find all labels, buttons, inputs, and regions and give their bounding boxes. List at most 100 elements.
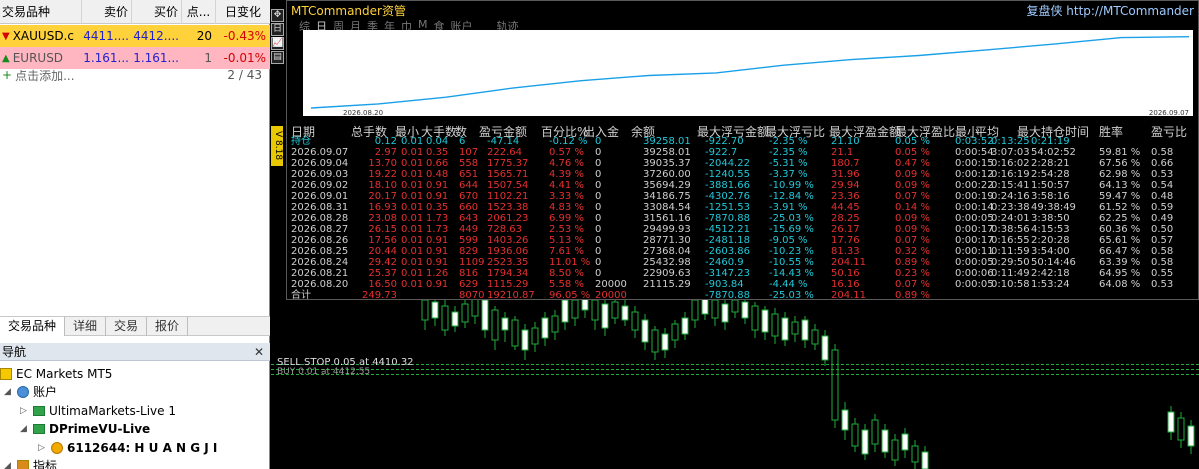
nav-item-label: 6112644: H U A N G J I bbox=[67, 441, 218, 455]
stats-row-total[interactable]: 合计 249.73 8070 19210.87 96.05 % 20000 -7870.88… bbox=[291, 290, 1196, 301]
nav-item-server-dprime[interactable]: ◢ DPrimeVU-Live bbox=[20, 420, 150, 438]
stats-row[interactable]: 2026.09.02 18.10 0.01 0.91 644 1507.54 4.41 % 0… bbox=[291, 180, 1196, 191]
nav-item-label: 指标 bbox=[33, 459, 58, 469]
candle-body bbox=[691, 299, 699, 321]
stats-cell-min: 0.01 bbox=[401, 191, 424, 202]
col-symbol[interactable]: 交易品种 bbox=[0, 0, 82, 24]
stats-row[interactable]: 2026.08.31 16.93 0.01 0.35 660 1523.38 4.83 % 0… bbox=[291, 202, 1196, 213]
stats-cell-pct: 2.53 % bbox=[549, 224, 584, 235]
stats-row[interactable]: 2026.08.25 20.44 0.01 0.91 829 1936.06 7.61 % 0… bbox=[291, 246, 1196, 257]
stats-row[interactable]: 2026.08.24 29.42 0.01 0.91 1109 2523.35 11.01 … bbox=[291, 257, 1196, 268]
market-row-xauusd[interactable]: ▼ XAUUSD.c 4411.... 4412.... 20 -0.43% bbox=[0, 25, 270, 47]
stats-cell-pr: 0.66 bbox=[1151, 158, 1174, 169]
stats-row[interactable]: 2026.08.26 17.56 0.01 0.91 599 1403.26 5.13 % 0… bbox=[291, 235, 1196, 246]
mtc-link[interactable]: 复盘侠 http://MTCommander bbox=[1026, 2, 1194, 19]
close-icon[interactable]: ✕ bbox=[254, 343, 264, 361]
stats-row[interactable]: 2026.09.03 19.22 0.01 0.48 651 1565.71 4.39 % 0… bbox=[291, 169, 1196, 180]
stats-cell-dep: 20000 bbox=[595, 290, 627, 301]
expand-icon[interactable]: ▷ bbox=[20, 402, 29, 420]
stats-cell-fpp: 0.09 % bbox=[895, 169, 930, 180]
stats-cell-t3: 54:02:52 bbox=[1031, 147, 1076, 158]
stats-row[interactable]: 2026.09.04 13.70 0.01 0.66 558 1775.37 4.76 % 0… bbox=[291, 158, 1196, 169]
list-icon[interactable]: ▤ bbox=[271, 51, 284, 64]
stats-cell-tot: 17.56 bbox=[368, 235, 397, 246]
tab-ticks[interactable]: 报价 bbox=[147, 317, 189, 336]
stats-cell-t1: 0:00:54 bbox=[955, 147, 994, 158]
collapse-icon[interactable]: ◢ bbox=[4, 383, 13, 401]
stats-row[interactable]: 2026.09.01 20.17 0.01 0.91 670 1102.21 3.33 % 0… bbox=[291, 191, 1196, 202]
tab-symbols[interactable]: 交易品种 bbox=[0, 317, 66, 336]
stats-cell-pct: 3.33 % bbox=[549, 191, 584, 202]
stats-cell-fp: 21.1 bbox=[831, 147, 854, 158]
stats-row[interactable]: 2026.09.07 2.97 0.01 0.35 107 222.64 0.57 % 0 39… bbox=[291, 147, 1196, 158]
nav-item-account-6112644[interactable]: ▷ 6112644: H U A N G J I bbox=[38, 439, 217, 457]
expand-icon[interactable]: ◢ bbox=[4, 457, 13, 469]
stats-cell-fpp: 0.09 % bbox=[895, 224, 930, 235]
mtcommander-panel[interactable]: MTCommander资管 复盘侠 http://MTCommander 综日周… bbox=[286, 0, 1199, 301]
price-chart[interactable]: SELL STOP 0.05 at 4410.32 BUY 0.01 at 44… bbox=[271, 0, 1199, 469]
stats-cell-cnt: 1109 bbox=[459, 257, 485, 268]
nav-item-indicators[interactable]: ◢ 指标 bbox=[4, 457, 57, 469]
collapse-icon[interactable]: ◢ bbox=[20, 420, 29, 438]
stats-row[interactable]: 2026.08.28 23.08 0.01 1.73 643 2061.23 6.99 % 0… bbox=[291, 213, 1196, 224]
user-icon bbox=[51, 442, 63, 454]
candle-body bbox=[501, 317, 509, 331]
stats-cell-t1: 0:03:52 bbox=[955, 136, 994, 147]
stats-cell-win: 60.36 % bbox=[1099, 224, 1141, 235]
stats-cell-pl: 222.64 bbox=[487, 147, 522, 158]
tab-details[interactable]: 详细 bbox=[65, 317, 107, 336]
stats-cell-bal: 34186.75 bbox=[643, 191, 691, 202]
candle-body bbox=[711, 299, 719, 319]
stats-cell-dep: 0 bbox=[595, 169, 602, 180]
stats-cell-cnt: 670 bbox=[459, 191, 479, 202]
expand-icon[interactable]: ▷ bbox=[38, 439, 47, 457]
col-spread[interactable]: 点... bbox=[182, 0, 216, 24]
chart-icon[interactable]: 📈 bbox=[271, 37, 284, 50]
stats-row[interactable]: 2026.08.20 16.50 0.01 0.91 629 1115.29 5.58 % 2… bbox=[291, 279, 1196, 290]
crosshair-icon[interactable]: ✥ bbox=[271, 9, 284, 22]
stats-cell-pr: 0.49 bbox=[1151, 213, 1174, 224]
candle-body bbox=[481, 299, 489, 331]
arrow-up-icon: ▲ bbox=[2, 52, 10, 64]
text-icon[interactable]: 日 bbox=[271, 23, 284, 36]
equity-curve: 2026.08.20 2026.09.07 bbox=[303, 30, 1193, 117]
stats-cell-tot: 20.44 bbox=[368, 246, 397, 257]
tab-trading[interactable]: 交易 bbox=[106, 317, 148, 336]
stats-cell-fl: -3147.23 bbox=[705, 268, 750, 279]
stats-cell-fp: 21.10 bbox=[831, 136, 860, 147]
order-line[interactable] bbox=[271, 369, 1199, 370]
stats-cell-bal: 39258.01 bbox=[643, 136, 691, 147]
nav-item-label: UltimaMarkets-Live 1 bbox=[49, 404, 176, 418]
stats-cell-win: 61.52 % bbox=[1099, 202, 1141, 213]
stats-cell-cnt: 816 bbox=[459, 268, 479, 279]
spread: 1 bbox=[204, 51, 212, 65]
col-ask[interactable]: 买价 bbox=[132, 0, 182, 24]
candle-body bbox=[461, 303, 469, 323]
stats-cell-cnt: 599 bbox=[459, 235, 479, 246]
order-line[interactable] bbox=[271, 374, 1199, 375]
stats-cell-cnt: 829 bbox=[459, 246, 479, 257]
stats-cell-max: 1.26 bbox=[426, 268, 449, 279]
accounts-icon bbox=[17, 386, 29, 398]
stats-cell-cnt: 558 bbox=[459, 158, 479, 169]
candle-body bbox=[871, 419, 879, 445]
col-bid[interactable]: 卖价 bbox=[82, 0, 132, 24]
stats-cell-fp: 204.11 bbox=[831, 290, 866, 301]
stats-cell-pr: 0.59 bbox=[1151, 202, 1174, 213]
add-symbol-row[interactable]: + 点击添加... 2 / 43 bbox=[0, 64, 270, 86]
stats-row-open[interactable]: 持仓 0.12 0.01 0.04 6 -47.14 -0.12 % 0 39258.01 -92… bbox=[291, 136, 1196, 147]
nav-item-accounts[interactable]: ◢ 账户 bbox=[4, 383, 57, 401]
stats-cell-max: 0.04 bbox=[426, 136, 449, 147]
stats-cell-t2: 0:16:19 bbox=[991, 169, 1030, 180]
nav-item-broker[interactable]: EC Markets MT5 bbox=[0, 365, 112, 383]
stats-row[interactable]: 2026.08.21 25.37 0.01 1.26 816 1794.34 8.50 % 0… bbox=[291, 268, 1196, 279]
stats-cell-date: 2026.08.26 bbox=[291, 235, 349, 246]
col-change[interactable]: 日变化 bbox=[216, 0, 270, 24]
stats-cell-min: 0.01 bbox=[401, 268, 424, 279]
mt5-icon bbox=[0, 368, 12, 380]
stats-cell-dep: 0 bbox=[595, 246, 602, 257]
stats-row[interactable]: 2026.08.27 26.15 0.01 1.73 449 728.63 2.53 % 0 2… bbox=[291, 224, 1196, 235]
stats-cell-pr: 0.58 bbox=[1151, 147, 1174, 158]
nav-item-server-ultima[interactable]: ▷ UltimaMarkets-Live 1 bbox=[20, 402, 176, 420]
stats-cell-t2: 0:29:50 bbox=[991, 257, 1030, 268]
